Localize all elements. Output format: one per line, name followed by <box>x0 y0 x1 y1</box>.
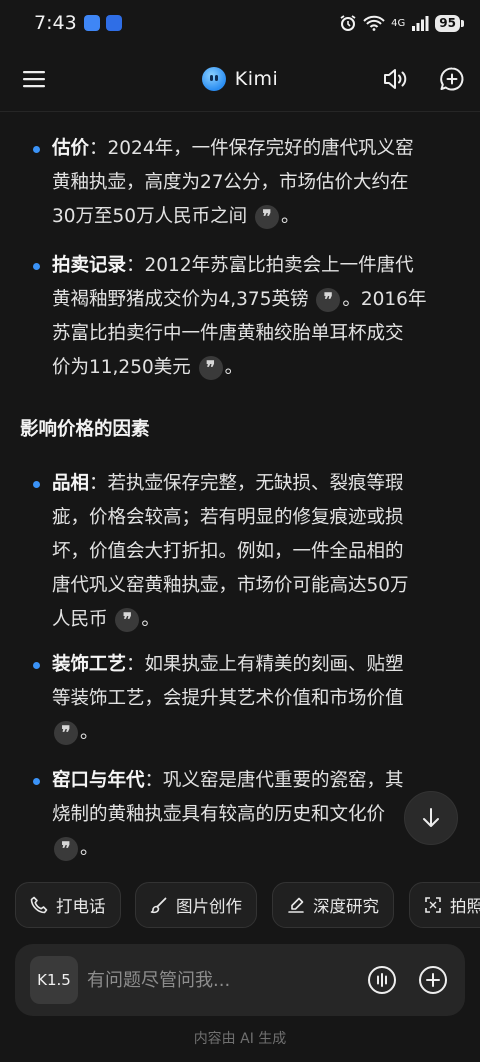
item-key: 装饰工艺 <box>52 654 127 675</box>
item-text: 疵，价格会较高；若有明显的修复痕迹或损 <box>52 507 404 528</box>
item-text: 唐代巩义窑黄釉执壶，市场价可能高达50万 <box>52 575 409 596</box>
kimi-logo-icon <box>201 67 226 91</box>
chip-label: 深度研究 <box>313 897 379 916</box>
list-item: 拍卖记录：2012年苏富比拍卖会上一件唐代 黄褐釉野猪成交价为4,375英镑 ❞… <box>30 249 455 385</box>
message-input[interactable] <box>87 964 357 996</box>
item-text: 坏，价值会大打折扣。例如，一件全品相的 <box>52 541 404 562</box>
notification-app-icon <box>105 15 122 31</box>
network-type: 4G <box>391 17 406 29</box>
signal-icon <box>412 16 429 31</box>
plus-circle-icon <box>419 966 447 994</box>
scroll-to-bottom-button[interactable] <box>404 791 458 845</box>
bullet-dot <box>33 146 40 153</box>
item-text: 。2016年 <box>342 289 427 310</box>
wifi-icon <box>363 15 385 31</box>
chip-photo[interactable]: 拍照 <box>409 882 480 928</box>
notification-app-icon <box>83 15 100 31</box>
chip-phone-call[interactable]: 打电话 <box>15 882 121 928</box>
app-header: Kimi <box>0 46 480 112</box>
bullet-dot <box>33 481 40 488</box>
new-chat-icon <box>440 67 464 91</box>
list-item: 品相：若执壶保存完整，无缺损、裂痕等瑕 疵，价格会较高；若有明显的修复痕迹或损 … <box>30 467 455 637</box>
chip-image-creation[interactable]: 图片创作 <box>135 882 257 928</box>
citation-icon[interactable]: ❞ <box>316 288 341 312</box>
item-text: 。 <box>224 357 244 378</box>
item-text: 。 <box>280 206 300 227</box>
item-text: 烧制的黄釉执壶具有较高的历史和文化价 <box>52 804 386 825</box>
research-icon <box>288 897 304 913</box>
item-text: 黄褐釉野猪成交价为4,375英镑 <box>52 289 309 310</box>
scan-icon <box>425 897 441 913</box>
new-chat-button[interactable] <box>432 59 472 99</box>
list-item: 窑口与年代：巩义窑是唐代重要的瓷窑，其 烧制的黄釉执壶具有较高的历史和文化价 ❞… <box>30 764 455 866</box>
citation-icon[interactable]: ❞ <box>198 356 223 380</box>
speaker-icon <box>384 69 407 89</box>
item-key: 估价 <box>52 138 90 159</box>
item-key: 品相 <box>52 473 90 494</box>
bullet-dot <box>33 263 40 270</box>
add-attachment-button[interactable] <box>417 964 449 996</box>
voice-wave-icon <box>368 966 396 994</box>
list-item: 估价：2024年，一件保存完好的唐代巩义窑 黄釉执壶，高度为27公分，市场估价大… <box>30 132 455 234</box>
voice-input-button[interactable] <box>366 964 398 996</box>
item-text: ：2024年，一件保存完好的唐代巩义窑 <box>89 138 414 159</box>
model-selector-button[interactable]: K1.5 <box>30 956 78 1004</box>
voice-playback-button[interactable] <box>375 59 415 99</box>
alarm-icon <box>340 15 356 31</box>
citation-icon[interactable]: ❞ <box>115 608 140 632</box>
item-text: 。 <box>141 609 160 630</box>
app-title: Kimi <box>234 68 279 90</box>
item-text: 人民币 <box>52 609 108 630</box>
item-text: ：2012年苏富比拍卖会上一件唐代 <box>126 255 414 276</box>
status-bar: 7:43 4G 95 <box>0 0 480 46</box>
chip-label: 拍照 <box>450 897 480 916</box>
chip-deep-research[interactable]: 深度研究 <box>272 882 394 928</box>
bullet-dot <box>33 778 40 785</box>
item-text: 。 <box>80 722 99 743</box>
item-text: 等装饰工艺，会提升其艺术价值和市场价值 <box>52 688 404 709</box>
citation-icon[interactable]: ❞ <box>54 837 78 861</box>
item-text: ：若执壶保存完整，无缺损、裂痕等瑕 <box>89 473 404 494</box>
item-text: 。 <box>80 838 99 859</box>
bullet-dot <box>33 662 40 669</box>
chip-label: 打电话 <box>56 897 106 916</box>
battery-indicator: 95 <box>435 14 464 32</box>
section-title: 影响价格的因素 <box>20 419 150 440</box>
status-icons: 4G 95 <box>339 14 464 32</box>
list-item: 装饰工艺：如果执壶上有精美的刻画、贴塑 等装饰工艺，会提升其艺术价值和市场价值 … <box>30 648 455 750</box>
item-text: 价为11,250美元 <box>52 357 191 378</box>
quick-actions: 打电话 图片创作 深度研究 拍照 <box>15 882 480 928</box>
phone-icon <box>30 896 48 914</box>
message-content: 估价：2024年，一件保存完好的唐代巩义窑 黄釉执壶，高度为27公分，市场估价大… <box>0 112 480 874</box>
item-key: 窑口与年代 <box>52 770 145 791</box>
item-text: ：巩义窑是唐代重要的瓷窑，其 <box>144 770 404 791</box>
chip-label: 图片创作 <box>176 897 242 916</box>
arrow-down-icon <box>423 808 439 827</box>
item-key: 拍卖记录 <box>52 255 127 276</box>
status-time: 7:43 <box>34 12 77 34</box>
item-text: 30万至50万人民币之间 <box>52 206 248 227</box>
message-composer: K1.5 <box>15 944 465 1016</box>
ai-disclaimer: 内容由 AI 生成 <box>193 1031 287 1047</box>
item-text: 黄釉执壶，高度为27公分，市场估价大约在 <box>52 172 409 193</box>
item-text: 苏富比拍卖行中一件唐黄釉绞胎单耳杯成交 <box>52 323 404 344</box>
citation-icon[interactable]: ❞ <box>254 205 279 229</box>
item-text: ：如果执壶上有精美的刻画、贴塑 <box>126 654 404 675</box>
citation-icon[interactable]: ❞ <box>54 721 78 745</box>
brush-icon <box>150 897 167 914</box>
